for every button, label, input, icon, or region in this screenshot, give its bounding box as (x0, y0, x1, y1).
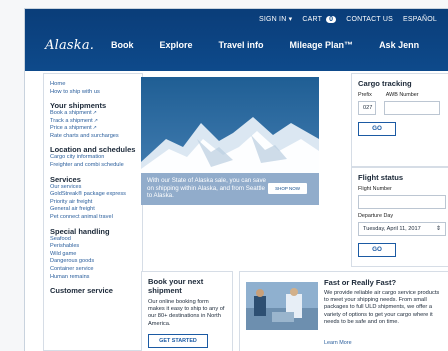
nav-explore[interactable]: Explore (160, 40, 193, 50)
prefix-input[interactable]: 027 (358, 101, 376, 115)
learn-more-link[interactable]: Learn More (324, 340, 352, 346)
sidebar-heading-location-schedules: Location and schedules (50, 145, 136, 155)
fast-title: Fast or Really Fast? (324, 278, 397, 287)
cart-count-badge: 0 (326, 15, 337, 23)
book-shipment-text: Our online booking form makes it easy to… (148, 299, 225, 327)
departure-day-label: Departure Day (358, 213, 394, 219)
sidebar-link-perishables[interactable]: Perishables (50, 243, 136, 251)
awb-label: AWB Number (385, 92, 419, 98)
hero-text: With our State of Alaska sale, you can s… (147, 177, 266, 199)
departure-day-select[interactable]: Tuesday, April 11, 2017 ⇕ (358, 222, 446, 236)
sidebar-link-container-service[interactable]: Container service (50, 266, 136, 274)
shop-now-button[interactable]: SHOP NOW (268, 183, 307, 194)
hero-banner[interactable]: With our State of Alaska sale, you can s… (141, 77, 319, 205)
sidebar-link-general-air-freight[interactable]: General air freight (50, 206, 136, 214)
book-shipment-title: Book your next shipment (148, 277, 204, 295)
sidebar-heading-special-handling: Special handling (50, 226, 110, 236)
nav-mileage-plan[interactable]: Mileage Plan™ (290, 40, 354, 50)
flight-go-button[interactable]: GO (358, 243, 396, 257)
contact-us-link[interactable]: CONTACT US (346, 16, 393, 23)
nav-book[interactable]: Book (111, 40, 134, 50)
sidebar-link-seafood[interactable]: Seafood (50, 236, 136, 244)
sidebar-link-dangerous-goods[interactable]: Dangerous goods (50, 258, 136, 266)
sidebar-link-price-shipment[interactable]: Price a shipment (50, 125, 136, 133)
flight-number-label: Flight Number (358, 186, 392, 192)
select-arrow-icon: ⇕ (435, 226, 441, 232)
sidebar-link-track-shipment[interactable]: Track a shipment (50, 118, 136, 126)
cart-label: CART (302, 15, 322, 23)
header: SIGN IN ▾ CART 0 CONTACT US ESPAÑOL Alas… (25, 9, 448, 71)
cargo-photo-image (246, 282, 318, 330)
sidebar-link-home[interactable]: Home (50, 80, 136, 88)
sidebar-link-goldstreak[interactable]: GoldStreak® package express (50, 191, 136, 199)
utility-nav: SIGN IN ▾ CART 0 CONTACT US ESPAÑOL (259, 15, 437, 23)
page-frame: SIGN IN ▾ CART 0 CONTACT US ESPAÑOL Alas… (24, 8, 448, 351)
flight-status-card: Flight status Flight Number Departure Da… (351, 167, 448, 267)
sidebar-heading-services: Services (50, 174, 81, 184)
nav-travel-info[interactable]: Travel info (219, 40, 264, 50)
flight-status-title: Flight status (358, 173, 404, 182)
fast-or-really-fast-card: Fast or Really Fast? We provide reliable… (239, 271, 448, 351)
cargo-tracking-card: Cargo tracking Prefix AWB Number 027 GO (351, 73, 448, 167)
sidebar-link-pet-connect[interactable]: Pet connect animal travel (50, 214, 136, 222)
sign-in-link[interactable]: SIGN IN ▾ (259, 15, 292, 23)
prefix-label: Prefix (358, 92, 372, 98)
nav-ask-jenn[interactable]: Ask Jenn (379, 40, 419, 50)
sidebar-heading-your-shipments: Your shipments (50, 101, 107, 110)
sidebar-link-human-remains[interactable]: Human remains (50, 274, 136, 282)
departure-day-value: Tuesday, April 11, 2017 (363, 226, 421, 232)
sidebar-link-cargo-city-info[interactable]: Cargo city information (50, 154, 136, 162)
awb-number-input[interactable] (384, 101, 440, 115)
sidebar-link-priority-air-freight[interactable]: Priority air freight (50, 199, 136, 207)
sidebar-link-book-shipment[interactable]: Book a shipment (50, 110, 136, 118)
sidebar-link-how-to-ship[interactable]: How to ship with us (50, 88, 136, 96)
sidebar: Home How to ship with us Your shipments … (43, 73, 143, 351)
alaska-logo[interactable]: Alaska. (45, 38, 94, 53)
get-started-button[interactable]: GET STARTED (148, 334, 208, 348)
main-nav: Book Explore Travel info Mileage Plan™ A… (111, 40, 419, 50)
book-shipment-card: Book your next shipment Our online booki… (141, 271, 233, 351)
cargo-photo (246, 282, 318, 330)
language-link[interactable]: ESPAÑOL (403, 16, 437, 23)
sidebar-link-freighter-schedule[interactable]: Freighter and combi schedule (50, 162, 136, 170)
sidebar-heading-customer-service: Customer service (50, 286, 113, 296)
sidebar-link-rate-charts[interactable]: Rate charts and surcharges (50, 133, 136, 141)
fast-text: We provide reliable air cargo service pr… (324, 290, 440, 325)
cargo-go-button[interactable]: GO (358, 122, 396, 136)
cart-link[interactable]: CART 0 (302, 15, 337, 23)
flight-number-input[interactable] (358, 195, 446, 209)
cargo-tracking-title: Cargo tracking (358, 79, 412, 88)
sidebar-link-wild-game[interactable]: Wild game (50, 251, 136, 259)
